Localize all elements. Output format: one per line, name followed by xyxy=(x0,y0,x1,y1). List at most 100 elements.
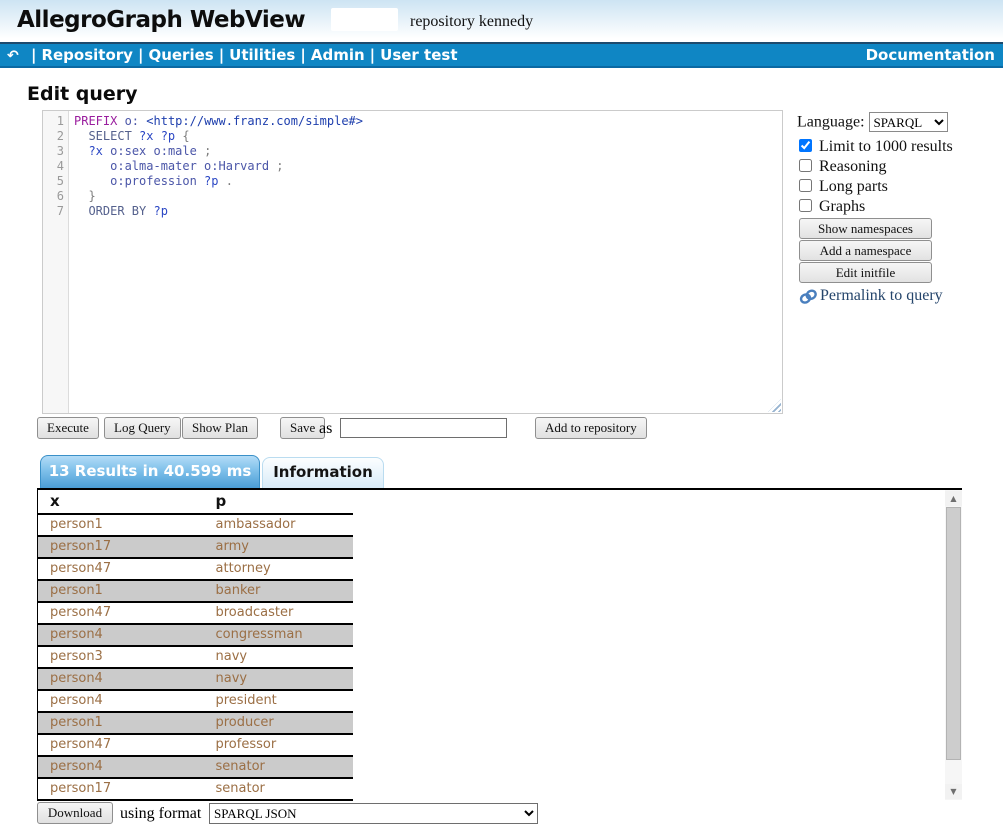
checkbox-label: Reasoning xyxy=(819,158,887,175)
results-header-row: xp xyxy=(38,490,353,514)
code-line: SELECT ?x ?p { xyxy=(74,129,782,144)
table-cell: person47 xyxy=(38,602,204,624)
format-label: using format xyxy=(120,805,201,823)
table-cell: congressman xyxy=(204,624,353,646)
page-title: Edit query xyxy=(27,83,138,105)
graphs-checkbox[interactable] xyxy=(799,199,812,212)
nav-link-admin[interactable]: Admin xyxy=(311,46,365,64)
option-row-graphs[interactable]: Graphs xyxy=(797,197,1003,217)
limit-to-1000-results-checkbox[interactable] xyxy=(799,139,812,152)
language-select[interactable]: SPARQL xyxy=(869,112,948,132)
table-cell: person4 xyxy=(38,756,204,778)
scrollbar-thumb[interactable] xyxy=(946,507,961,760)
table-cell: person1 xyxy=(38,712,204,734)
option-row-reasoning[interactable]: Reasoning xyxy=(797,157,1003,177)
table-cell: person1 xyxy=(38,514,204,536)
nav-separator: | xyxy=(138,46,143,64)
table-cell: president xyxy=(204,690,353,712)
query-editor[interactable]: 1234567 PREFIX o: <http://www.franz.com/… xyxy=(42,110,783,414)
nav-link-utilities[interactable]: Utilities xyxy=(229,46,295,64)
back-arrow-icon[interactable]: ↶ xyxy=(7,48,19,64)
code-token: ; xyxy=(197,144,211,158)
table-row: person4senator xyxy=(38,756,353,778)
table-row: person1ambassador xyxy=(38,514,353,536)
table-cell: broadcaster xyxy=(204,602,353,624)
actions-row: Execute Log Query Show Plan Save as Add … xyxy=(0,417,1003,441)
editor-code-area[interactable]: PREFIX o: <http://www.franz.com/simple#>… xyxy=(69,111,782,413)
long-parts-checkbox[interactable] xyxy=(799,179,812,192)
reasoning-checkbox[interactable] xyxy=(799,159,812,172)
blank-patch xyxy=(331,8,398,31)
app-header: AllegroGraph WebView repository kennedy xyxy=(0,0,1003,42)
table-row: person47broadcaster xyxy=(38,602,353,624)
scroll-up-icon[interactable]: ▲ xyxy=(945,491,962,506)
results-scrollbar[interactable]: ▲ ▼ xyxy=(945,490,962,800)
add-to-repository-button[interactable]: Add to repository xyxy=(535,417,647,439)
edit-initfile-button[interactable]: Edit initfile xyxy=(799,262,932,283)
code-token: { xyxy=(182,129,189,143)
code-token: ?x ?p xyxy=(132,129,183,143)
log-query-button[interactable]: Log Query xyxy=(104,417,181,439)
line-number: 3 xyxy=(43,144,64,159)
table-cell: ambassador xyxy=(204,514,353,536)
table-row: person47attorney xyxy=(38,558,353,580)
code-line: o:alma-mater o:Harvard ; xyxy=(74,159,782,174)
code-line: o:profession ?p . xyxy=(74,174,782,189)
table-cell: navy xyxy=(204,668,353,690)
code-token: ?p xyxy=(204,174,226,188)
code-token xyxy=(74,189,88,203)
code-token: o: xyxy=(117,114,146,128)
table-cell: navy xyxy=(204,646,353,668)
table-row: person1producer xyxy=(38,712,353,734)
code-token: ORDER BY xyxy=(88,204,146,218)
nav-link-queries[interactable]: Queries xyxy=(148,46,213,64)
table-cell: senator xyxy=(204,756,353,778)
table-cell: banker xyxy=(204,580,353,602)
language-label: Language: xyxy=(797,114,865,131)
nav-links: ↶ |Repository|Queries|Utilities|Admin|Us… xyxy=(7,44,457,66)
download-bar: Download using format SPARQL JSON xyxy=(0,802,1003,828)
table-cell: army xyxy=(204,536,353,558)
results-panel: xp person1ambassadorperson17armyperson47… xyxy=(37,488,962,800)
line-number: 6 xyxy=(43,189,64,204)
option-row-long-parts[interactable]: Long parts xyxy=(797,177,1003,197)
format-select[interactable]: SPARQL JSON xyxy=(209,803,538,824)
code-token: SELECT xyxy=(88,129,131,143)
nav-separator: | xyxy=(219,46,224,64)
save-name-input[interactable] xyxy=(340,418,507,438)
table-row: person4congressman xyxy=(38,624,353,646)
tab-information[interactable]: Information xyxy=(262,457,384,488)
table-cell: person3 xyxy=(38,646,204,668)
app-title: AllegroGraph WebView xyxy=(17,7,305,33)
show-plan-button[interactable]: Show Plan xyxy=(182,417,258,439)
table-cell: professor xyxy=(204,734,353,756)
code-token xyxy=(74,204,88,218)
code-line: PREFIX o: <http://www.franz.com/simple#> xyxy=(74,114,782,129)
nav-link-user-test[interactable]: User test xyxy=(380,46,457,64)
table-cell: senator xyxy=(204,778,353,800)
table-row: person17senator xyxy=(38,778,353,800)
add-a-namespace-button[interactable]: Add a namespace xyxy=(799,240,932,261)
permalink-link[interactable]: Permalink to query xyxy=(799,287,1003,305)
show-namespaces-button[interactable]: Show namespaces xyxy=(799,218,932,239)
download-button[interactable]: Download xyxy=(37,802,113,824)
execute-button[interactable]: Execute xyxy=(37,417,99,439)
nav-link-documentation[interactable]: Documentation xyxy=(866,44,995,66)
code-token: } xyxy=(88,189,95,203)
nav-link-repository[interactable]: Repository xyxy=(41,46,133,64)
table-cell: person17 xyxy=(38,536,204,558)
table-row: person17army xyxy=(38,536,353,558)
code-token xyxy=(74,144,88,158)
scroll-down-icon[interactable]: ▼ xyxy=(945,784,962,799)
main-navbar: ↶ |Repository|Queries|Utilities|Admin|Us… xyxy=(0,42,1003,68)
table-cell: person4 xyxy=(38,668,204,690)
nav-separator: | xyxy=(370,46,375,64)
code-token xyxy=(74,129,88,143)
query-options-panel: Language: SPARQL Limit to 1000 resultsRe… xyxy=(797,112,1003,305)
table-cell: person4 xyxy=(38,690,204,712)
option-row-limit-to-1000-results[interactable]: Limit to 1000 results xyxy=(797,137,1003,157)
code-token xyxy=(74,174,110,188)
results-table: xp person1ambassadorperson17armyperson47… xyxy=(37,490,353,801)
table-cell: producer xyxy=(204,712,353,734)
tab-results[interactable]: 13 Results in 40.599 ms xyxy=(40,455,260,488)
